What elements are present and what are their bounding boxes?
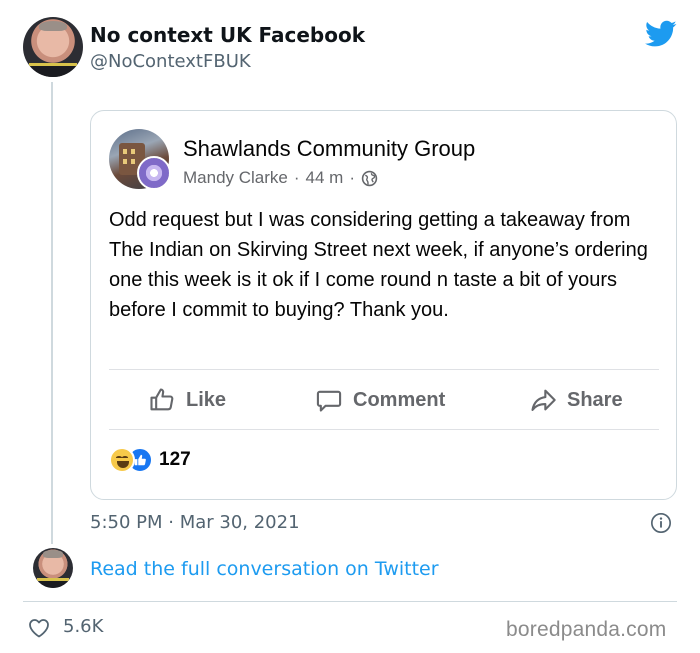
share-label: Share [567,388,623,411]
poster-avatar[interactable] [137,156,171,190]
info-icon[interactable] [650,512,672,534]
read-conversation-link[interactable]: Read the full conversation on Twitter [90,558,439,580]
tweet-timestamp[interactable]: 5:50 PM · Mar 30, 2021 [90,512,300,533]
author-name[interactable]: No context UK Facebook [90,23,365,47]
divider [23,601,677,602]
globe-icon [361,170,378,186]
reaction-count: 127 [159,449,191,470]
post-text: Odd request but I was considering gettin… [109,209,648,321]
author-handle[interactable]: @NoContextFBUK [90,51,251,72]
comment-icon [316,390,342,412]
divider [109,429,659,430]
facebook-post-card[interactable]: Shawlands Community Group Mandy Clarke ·… [90,110,677,500]
comment-label: Comment [353,388,446,411]
share-arrow-icon [531,389,556,411]
post-time[interactable]: 44 m [306,168,344,188]
author-avatar[interactable] [23,17,83,77]
divider [109,369,659,370]
reactions-summary[interactable]: 127 [109,447,191,473]
group-name[interactable]: Shawlands Community Group [183,136,475,162]
like-button[interactable]: Like [148,383,226,417]
haha-icon [109,447,135,473]
like-count[interactable]: 5.6K [63,616,103,637]
poster-name[interactable]: Mandy Clarke [183,168,288,188]
watermark: boredpanda.com [506,618,667,641]
author-avatar-small[interactable] [33,548,73,588]
twitter-bird-icon[interactable] [645,20,677,48]
like-label: Like [186,388,227,411]
thread-line [51,82,53,544]
meta-separator: · [349,168,356,187]
post-meta: Mandy Clarke · 44 m · [183,168,378,188]
meta-separator: · [293,168,300,187]
comment-button[interactable]: Comment [315,383,445,417]
share-button[interactable]: Share [529,383,623,417]
heart-icon[interactable] [27,616,51,640]
thumbs-up-icon [150,388,174,411]
